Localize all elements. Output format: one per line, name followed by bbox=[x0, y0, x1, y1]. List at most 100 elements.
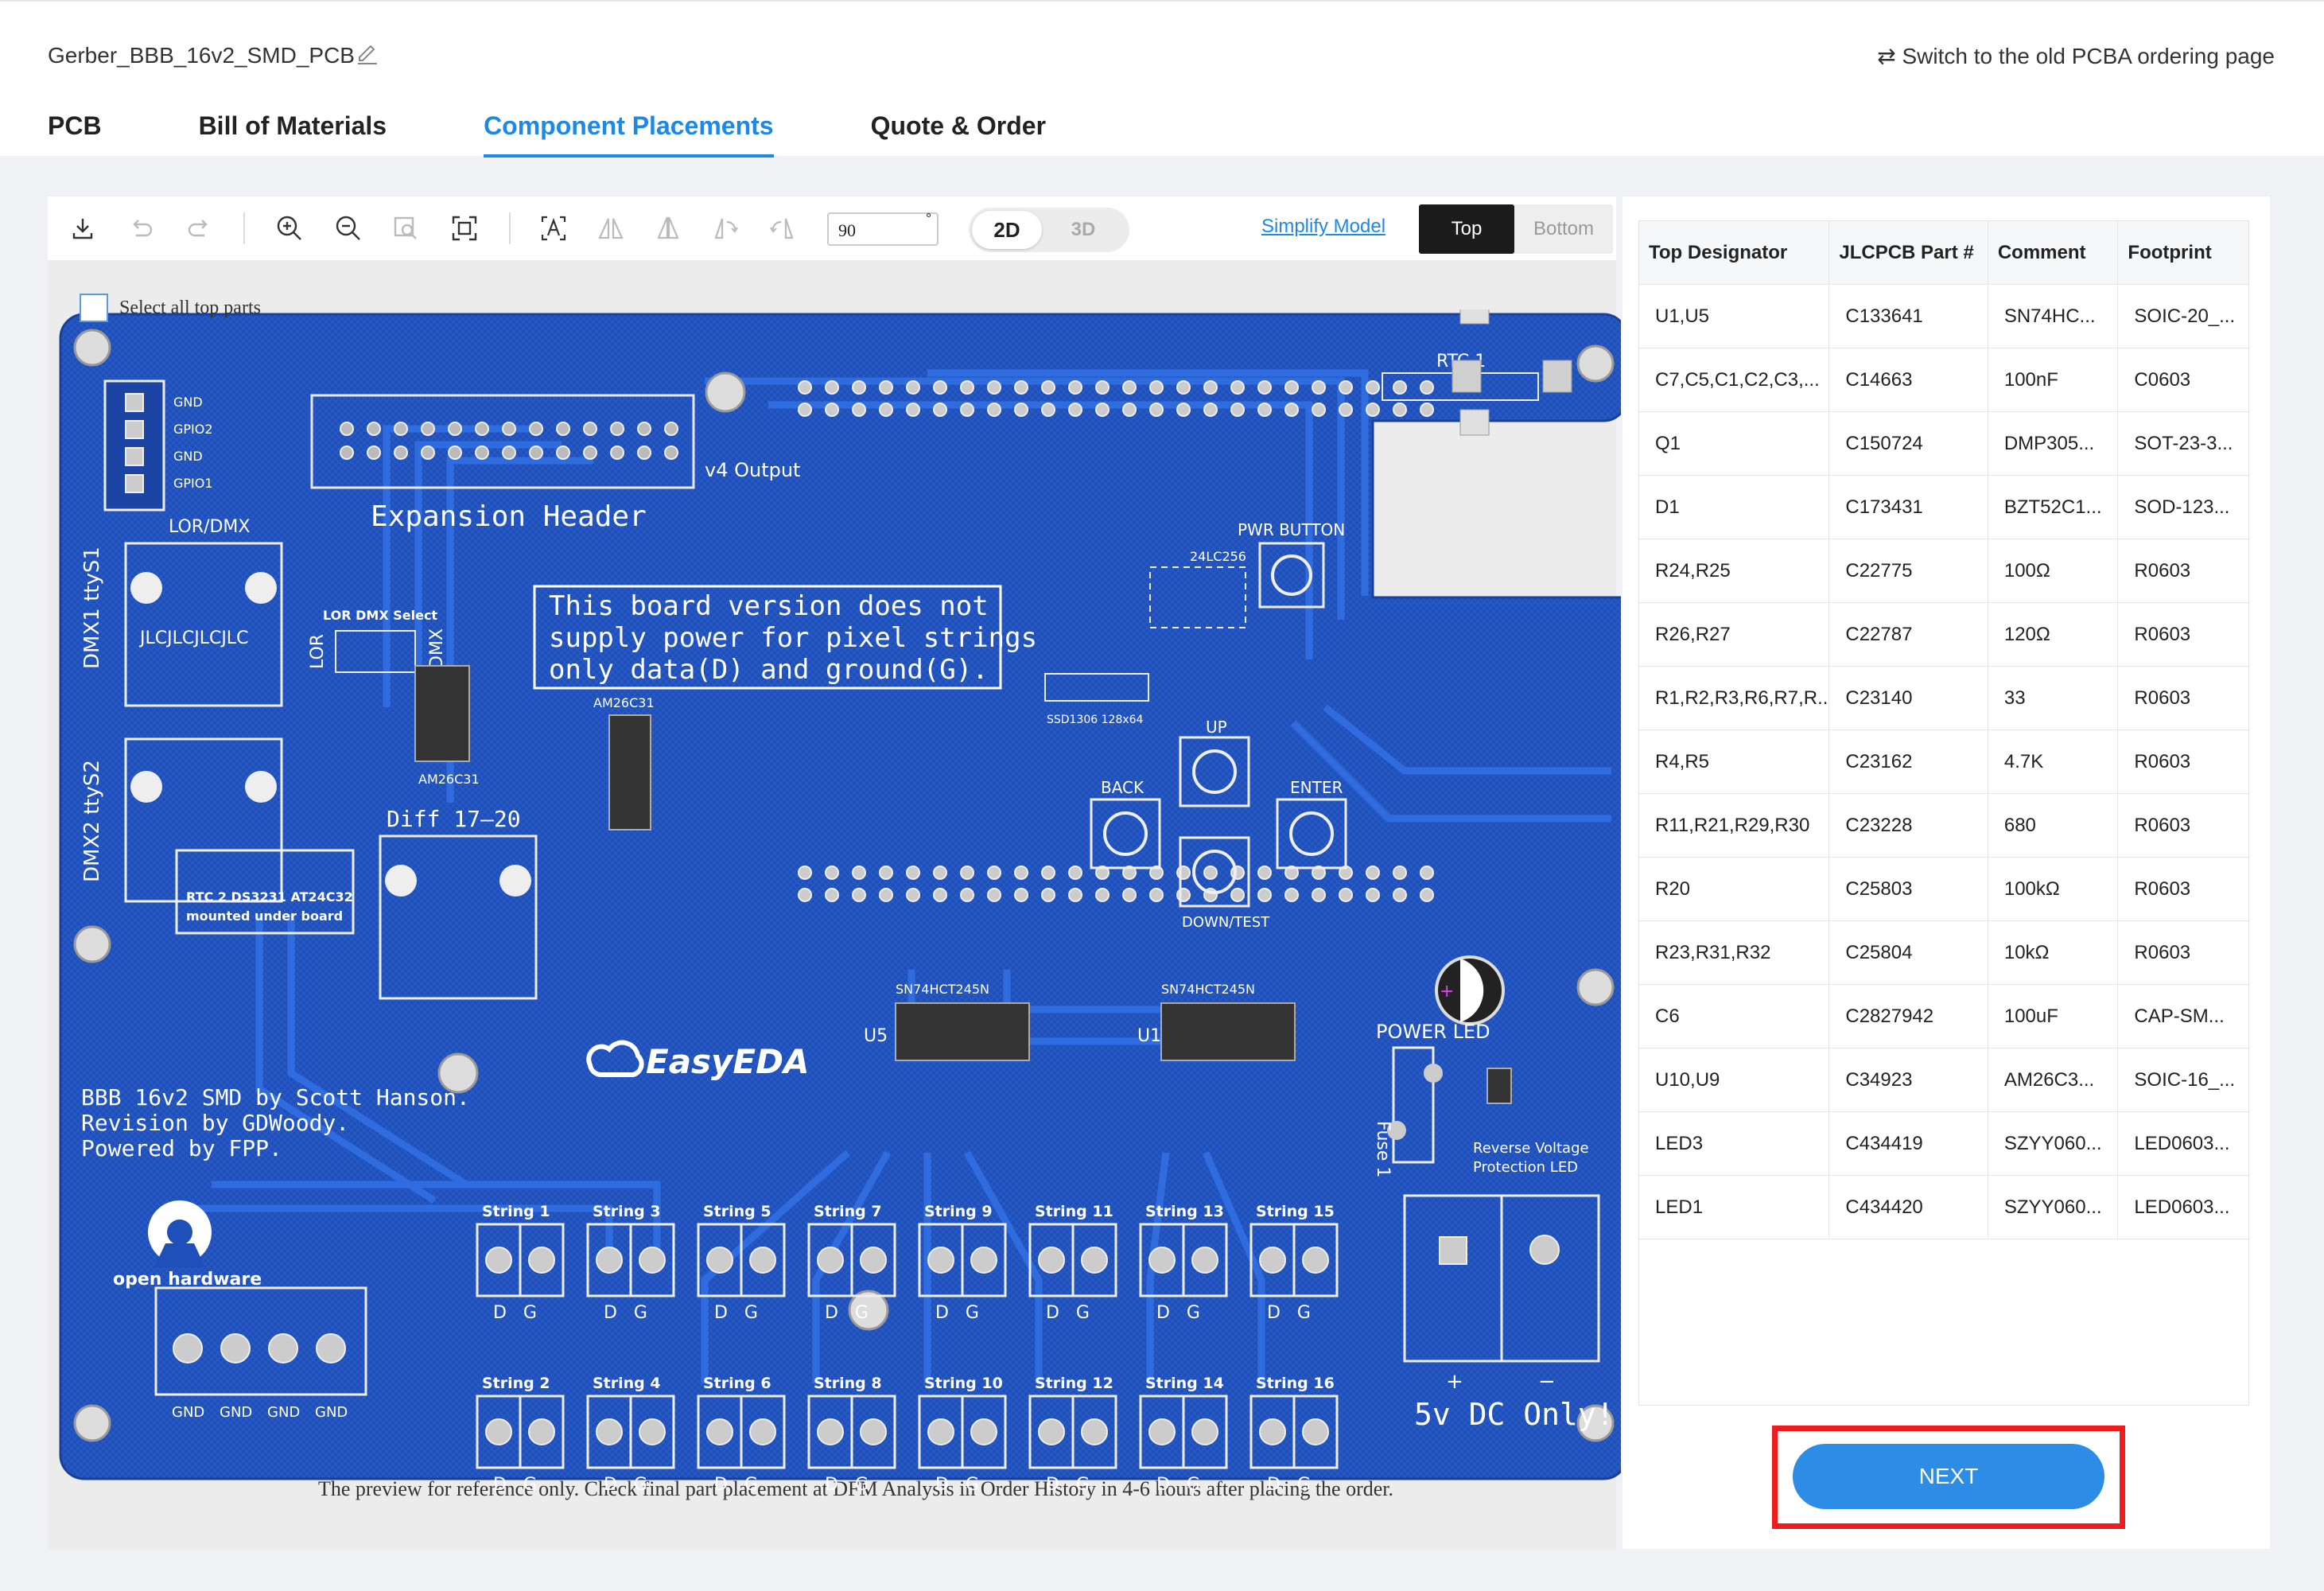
view-2d-button[interactable]: 2D bbox=[972, 211, 1042, 249]
header-pin bbox=[1203, 866, 1218, 880]
pcb-board[interactable]: Expansion Header v4 Output GND GPIO2 GND… bbox=[52, 309, 1621, 1498]
gpio-label: GPIO2 bbox=[173, 422, 213, 437]
header-pin bbox=[1068, 403, 1082, 417]
rotation-input[interactable]: 90 bbox=[827, 212, 939, 246]
column-header[interactable]: Footprint bbox=[2118, 221, 2248, 284]
data-ground-label: D G bbox=[1046, 1475, 1090, 1495]
table-row[interactable]: R20 C25803 100kΩ R0603 bbox=[1639, 858, 2248, 921]
string-label: String 6 bbox=[703, 1375, 771, 1392]
data-ground-label: D G bbox=[493, 1475, 537, 1495]
data-ground-label: D G bbox=[1156, 1303, 1200, 1323]
table-cell: R0603 bbox=[2134, 687, 2191, 709]
table-row[interactable]: U10,U9 C34923 AM26C3... SOIC-16_... bbox=[1639, 1048, 2248, 1112]
main-tabs: PCB Bill of Materials Component Placemen… bbox=[48, 111, 1143, 158]
fit-view-icon[interactable] bbox=[447, 211, 482, 246]
u1-label: U1 bbox=[1137, 1026, 1161, 1046]
data-ground-label: D G bbox=[714, 1475, 758, 1495]
column-header[interactable]: Top Designator bbox=[1639, 221, 1830, 284]
header-pin bbox=[664, 445, 678, 460]
rtc2-label: RTC 2 DS3231 AT24C32 bbox=[186, 889, 353, 904]
table-row[interactable]: R4,R5 C23162 4.7K R0603 bbox=[1639, 730, 2248, 794]
header-pin bbox=[987, 380, 1001, 395]
terminal-screw bbox=[927, 1418, 954, 1445]
power-note: 5v DC Only! bbox=[1414, 1397, 1615, 1432]
zoom-in-icon[interactable] bbox=[272, 211, 307, 246]
table-row[interactable]: D1 C173431 BZT52C1... SOD-123... bbox=[1639, 476, 2248, 539]
table-cell: C14663 bbox=[1829, 348, 1988, 411]
header-pin bbox=[340, 422, 354, 436]
header-pin bbox=[1393, 403, 1407, 417]
pwr-button-label: PWR BUTTON bbox=[1238, 520, 1345, 539]
flip-horizontal-icon[interactable] bbox=[593, 211, 628, 246]
terminal-screw bbox=[1038, 1418, 1065, 1445]
tab-bill-of-materials[interactable]: Bill of Materials bbox=[199, 111, 387, 158]
switch-old-page-link[interactable]: ⇄ Switch to the old PCBA ordering page bbox=[1877, 43, 2275, 69]
table-cell: R11,R21,R29,R30 bbox=[1639, 794, 1830, 857]
header-pin bbox=[879, 380, 893, 395]
header-pin bbox=[1014, 866, 1028, 880]
table-row[interactable]: R26,R27 C22787 120Ω R0603 bbox=[1639, 603, 2248, 667]
scroll-up-arrow-icon[interactable] bbox=[1459, 309, 1490, 325]
string-label: String 9 bbox=[924, 1203, 993, 1220]
board-canvas[interactable]: The preview for reference only. Check fi… bbox=[48, 260, 1621, 1549]
terminal-screw bbox=[706, 1247, 733, 1274]
scroll-right-arrow-icon[interactable] bbox=[1542, 360, 1572, 393]
redo-icon[interactable] bbox=[181, 211, 216, 246]
table-row[interactable]: C6 C2827942 100uF CAP-SM... bbox=[1639, 985, 2248, 1048]
tab-pcb[interactable]: PCB bbox=[48, 111, 102, 158]
undo-icon[interactable] bbox=[124, 211, 159, 246]
table-row[interactable]: LED1 C434420 SZYY060... LED0603... bbox=[1639, 1176, 2248, 1239]
viewer-toolbar: 90 ° 2D 3D Simplify Model Top Bottom bbox=[48, 196, 1616, 260]
table-row[interactable]: Q1 C150724 DMP305... SOT-23-3... bbox=[1639, 412, 2248, 476]
tab-component-placements[interactable]: Component Placements bbox=[484, 111, 774, 158]
download-icon[interactable] bbox=[65, 211, 100, 246]
edit-icon[interactable] bbox=[355, 41, 380, 67]
terminal-screw bbox=[1148, 1247, 1176, 1274]
rotate-left-icon[interactable] bbox=[708, 211, 743, 246]
table-cell: C22775 bbox=[1829, 539, 1988, 602]
tab-quote-order[interactable]: Quote & Order bbox=[871, 111, 1046, 158]
next-button[interactable]: NEXT bbox=[1793, 1444, 2104, 1509]
table-row[interactable]: R1,R2,R3,R6,R7,R... C23140 33 R0603 bbox=[1639, 667, 2248, 730]
table-row[interactable]: LED3 C434419 SZYY060... LED0603... bbox=[1639, 1112, 2248, 1176]
table-row[interactable]: U1,U5 C133641 SN74HC... SOIC-20_... bbox=[1639, 285, 2248, 348]
header-pin bbox=[1041, 888, 1055, 902]
simplify-model-link[interactable]: Simplify Model bbox=[1261, 216, 1385, 238]
table-cell: C22787 bbox=[1829, 603, 1988, 666]
rotate-right-icon[interactable] bbox=[765, 211, 800, 246]
side-bottom-button[interactable]: Bottom bbox=[1514, 204, 1613, 254]
header-pin bbox=[1230, 403, 1245, 417]
table-cell: C0603 bbox=[2134, 368, 2191, 391]
select-all-checkbox[interactable] bbox=[80, 294, 108, 322]
table-row[interactable]: C7,C5,C1,C2,C3,... C14663 100nF C0603 bbox=[1639, 348, 2248, 412]
table-cell: R24,R25 bbox=[1639, 539, 1830, 602]
terminal-screw bbox=[639, 1418, 666, 1445]
header-pin bbox=[1095, 403, 1110, 417]
table-cell: C6 bbox=[1639, 985, 1830, 1048]
view-3d-button[interactable]: 3D bbox=[1048, 211, 1118, 249]
select-all-top-parts[interactable]: Select all top parts bbox=[80, 294, 261, 322]
string-label: String 12 bbox=[1035, 1375, 1113, 1392]
table-cell: R0603 bbox=[2134, 559, 2191, 582]
table-row[interactable]: R24,R25 C22775 100Ω R0603 bbox=[1639, 539, 2248, 603]
table-row[interactable]: R11,R21,R29,R30 C23228 680 R0603 bbox=[1639, 794, 2248, 858]
side-top-button[interactable]: Top bbox=[1419, 204, 1514, 254]
sn74-label: SN74HCT245N bbox=[896, 982, 989, 997]
header-pin bbox=[394, 445, 408, 460]
flip-vertical-icon[interactable] bbox=[651, 211, 686, 246]
zoom-area-icon[interactable] bbox=[388, 211, 423, 246]
data-ground-label: D G bbox=[825, 1475, 869, 1495]
table-row[interactable]: R23,R31,R32 C25804 10kΩ R0603 bbox=[1639, 921, 2248, 985]
select-text-icon[interactable] bbox=[536, 211, 571, 246]
column-header[interactable]: Comment bbox=[1988, 221, 2119, 284]
terminal-screw bbox=[1302, 1247, 1329, 1274]
table-cell: SN74HC... bbox=[1988, 285, 2119, 348]
scroll-left-arrow-icon[interactable] bbox=[1452, 360, 1482, 393]
table-body: U1,U5 C133641 SN74HC... SOIC-20_... C7,C5,C1… bbox=[1639, 285, 2248, 1239]
parts-panel: Top Designator JLCPCB Part # Comment Foo… bbox=[1623, 196, 2270, 1549]
column-header[interactable]: JLCPCB Part # bbox=[1829, 221, 1988, 284]
zoom-out-icon[interactable] bbox=[331, 211, 366, 246]
header-pin bbox=[475, 422, 489, 436]
terminal-screw bbox=[639, 1247, 666, 1274]
scroll-down-arrow-icon[interactable] bbox=[1459, 409, 1490, 436]
